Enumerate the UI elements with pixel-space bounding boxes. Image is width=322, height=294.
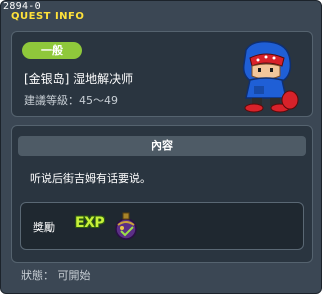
reward-label: 獎勵 — [33, 221, 55, 234]
quest-category-badge: 一般 — [22, 42, 82, 59]
quest-header-card: 一般 [金银岛] 湿地解决师 建議等級：45～49 — [11, 31, 313, 117]
quest-info-window: 2894-0 QUEST INFO 一般 [金银岛] 湿地解决师 建議等級：45… — [0, 0, 322, 294]
level-requirement: 建議等級：45～49 — [24, 94, 118, 107]
potion-item-icon[interactable] — [109, 209, 143, 243]
quest-name: [金银岛] 湿地解决师 — [24, 72, 134, 86]
quest-status: 狀態： 可開始 — [21, 269, 91, 282]
quest-content-panel: 內容 听说后街吉姆有话要说。 獎勵 EXP — [11, 125, 313, 263]
exp-icon[interactable]: EXP — [75, 215, 105, 231]
npc-avatar-icon — [242, 40, 299, 113]
window-title: QUEST INFO — [11, 11, 85, 22]
reward-box: 獎勵 EXP — [20, 202, 304, 250]
content-header: 內容 — [18, 136, 306, 156]
quest-description: 听说后街吉姆有话要说。 — [30, 172, 151, 185]
